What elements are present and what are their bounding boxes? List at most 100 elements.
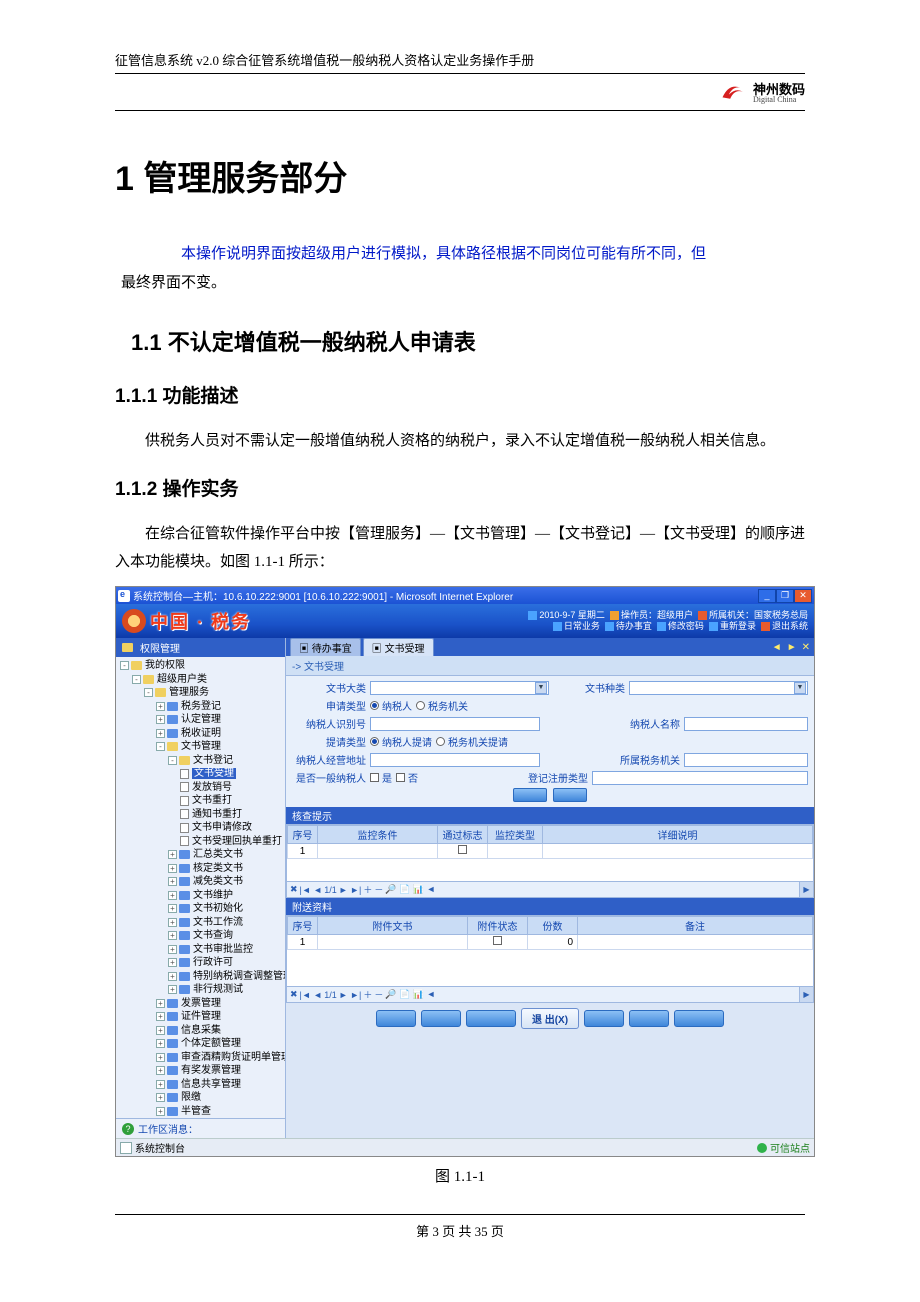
input-djzclx[interactable] (592, 771, 808, 785)
tree-scjgdzmgl[interactable]: 审查酒精购货证明单管理 (181, 1052, 285, 1063)
select-wsdl[interactable]: ▼ (370, 681, 549, 695)
tree-sszm[interactable]: 税收证明 (181, 728, 221, 739)
tree-xxcj[interactable]: 信息采集 (181, 1025, 221, 1036)
nav-more-icon[interactable]: 🔎 📄 📊 ◄ (385, 989, 435, 1000)
tree-wszcd[interactable]: 文书重打 (192, 795, 232, 806)
table-row[interactable]: 1 0 (288, 935, 813, 950)
tree-wsslhzcd[interactable]: 文书受理回执单重打 (192, 836, 282, 847)
minimize-button[interactable]: _ (758, 589, 776, 603)
scroll-right-icon[interactable]: ▶ (799, 882, 813, 897)
chk-no[interactable] (396, 773, 405, 782)
toggle-icon[interactable]: + (168, 850, 177, 859)
nav-more-icon[interactable]: 🔎 📄 📊 ◄ (385, 884, 435, 895)
action-btn-5[interactable] (629, 1010, 669, 1027)
tab-close-icon[interactable]: ✕ (802, 642, 810, 653)
scroll-right-icon[interactable]: ▶ (799, 987, 813, 1002)
toggle-icon[interactable]: + (156, 1080, 165, 1089)
tree-wswh[interactable]: 文书维护 (193, 890, 233, 901)
tree-bgc[interactable]: 半管查 (181, 1106, 211, 1117)
nav-first-icon[interactable]: ✖ (290, 989, 298, 1000)
tree-swdj[interactable]: 税务登记 (181, 701, 221, 712)
toggle-icon[interactable]: + (168, 864, 177, 873)
radio-nsr[interactable] (370, 701, 379, 710)
link-pwd[interactable]: 修改密码 (668, 621, 704, 631)
link-todo[interactable]: 待办事宜 (616, 621, 652, 631)
tree-wsgzl[interactable]: 文书工作流 (193, 917, 243, 928)
input-nsrsbh[interactable] (370, 717, 540, 731)
toggle-icon[interactable]: - (156, 742, 165, 751)
toggle-icon[interactable]: + (168, 891, 177, 900)
tree-zjgl[interactable]: 证件管理 (181, 1011, 221, 1022)
tree-wssqxg[interactable]: 文书申请修改 (192, 822, 252, 833)
tree-gtdegl[interactable]: 个体定额管理 (181, 1038, 241, 1049)
toggle-icon[interactable]: + (156, 999, 165, 1008)
grid2-toolbar[interactable]: ✖ |◄ ◄ 1/1 ► ►| ＋ － 🔎 📄 📊 ◄ ▶ (287, 986, 813, 1002)
exit-button[interactable]: 退 出(X) (521, 1008, 579, 1029)
tree-wsdj[interactable]: 文书登记 (193, 755, 233, 766)
action-btn-4[interactable] (584, 1010, 624, 1027)
input-nsrjydz[interactable] (370, 753, 540, 767)
tree-wssl[interactable]: 文书受理 (192, 768, 236, 779)
tree-wsgl[interactable]: 文书管理 (181, 741, 221, 752)
action-btn-3[interactable] (466, 1010, 516, 1027)
toggle-icon[interactable]: + (156, 1053, 165, 1062)
tree-ysfpgl[interactable]: 有奖发票管理 (181, 1065, 241, 1076)
tree-wscx[interactable]: 文书查询 (193, 930, 233, 941)
nav-first-icon[interactable]: ✖ (290, 884, 298, 895)
g2-r1-status-chk[interactable] (493, 936, 502, 945)
tree-wsswjk[interactable]: 文书审批监控 (193, 944, 253, 955)
nav-prev-icon[interactable]: |◄ ◄ (300, 885, 323, 895)
tab-wssl[interactable]: ▣ 文书受理 (363, 638, 434, 656)
link-daily[interactable]: 日常业务 (564, 621, 600, 631)
action-btn-1[interactable] (376, 1010, 416, 1027)
radio-swjgtq[interactable] (436, 737, 445, 746)
toggle-icon[interactable]: + (156, 729, 165, 738)
tree-fgxh[interactable]: 发放销号 (192, 782, 232, 793)
tree-xxgxgl[interactable]: 信息共享管理 (181, 1079, 241, 1090)
tree-xj[interactable]: 限缴 (181, 1092, 201, 1103)
input-ssswjg[interactable] (684, 753, 808, 767)
toggle-icon[interactable]: + (168, 904, 177, 913)
action-btn-2[interactable] (421, 1010, 461, 1027)
nav-del-icon[interactable]: － (374, 883, 383, 896)
nav-next-icon[interactable]: ► ►| (339, 990, 362, 1000)
radio-nsrtq[interactable] (370, 737, 379, 746)
toggle-icon[interactable]: - (132, 675, 141, 684)
nav-add-icon[interactable]: ＋ (363, 883, 372, 896)
nav-next-icon[interactable]: ► ►| (339, 885, 362, 895)
link-relogin[interactable]: 重新登录 (720, 621, 756, 631)
select-wszl[interactable]: ▼ (629, 681, 808, 695)
tree-tbtzcx[interactable]: 特别纳税调查调整管理 (193, 971, 285, 982)
toggle-icon[interactable]: + (168, 877, 177, 886)
tree-tzscd[interactable]: 通知书重打 (192, 809, 242, 820)
toggle-icon[interactable]: + (168, 985, 177, 994)
toggle-icon[interactable]: + (168, 945, 177, 954)
tree-rdgl[interactable]: 认定管理 (181, 714, 221, 725)
toggle-icon[interactable]: + (168, 972, 177, 981)
toggle-icon[interactable]: - (168, 756, 177, 765)
tab-next-icon[interactable]: ► (787, 642, 797, 653)
nav-prev-icon[interactable]: |◄ ◄ (300, 990, 323, 1000)
grid1-toolbar[interactable]: ✖ |◄ ◄ 1/1 ► ►| ＋ － 🔎 📄 📊 ◄ ▶ (287, 881, 813, 897)
input-nsrmc[interactable] (684, 717, 808, 731)
link-exit[interactable]: 退出系统 (772, 621, 808, 631)
toggle-icon[interactable]: + (156, 702, 165, 711)
tree-superuser[interactable]: 超级用户类 (157, 674, 207, 685)
tree-mgmtsvc[interactable]: 管理服务 (169, 687, 209, 698)
tree-hznws[interactable]: 汇总类文书 (193, 849, 243, 860)
toggle-icon[interactable]: + (156, 1066, 165, 1075)
toggle-icon[interactable]: + (168, 931, 177, 940)
tree-wscsh[interactable]: 文书初始化 (193, 903, 243, 914)
toggle-icon[interactable]: + (168, 958, 177, 967)
toggle-icon[interactable]: + (156, 1093, 165, 1102)
tree-hdnws[interactable]: 核定类文书 (193, 863, 243, 874)
toggle-icon[interactable]: + (156, 1107, 165, 1116)
nav-del-icon[interactable]: － (374, 988, 383, 1001)
radio-swjg[interactable] (416, 701, 425, 710)
close-button[interactable]: ✕ (794, 589, 812, 603)
toggle-icon[interactable]: + (156, 1039, 165, 1048)
tree-fpgl[interactable]: 发票管理 (181, 998, 221, 1009)
toggle-icon[interactable]: - (144, 688, 153, 697)
toggle-icon[interactable]: + (156, 715, 165, 724)
nav-tree[interactable]: -我的权限 -超级用户类 -管理服务 +税务登记 +认定管理 +税收证 (116, 657, 285, 1118)
